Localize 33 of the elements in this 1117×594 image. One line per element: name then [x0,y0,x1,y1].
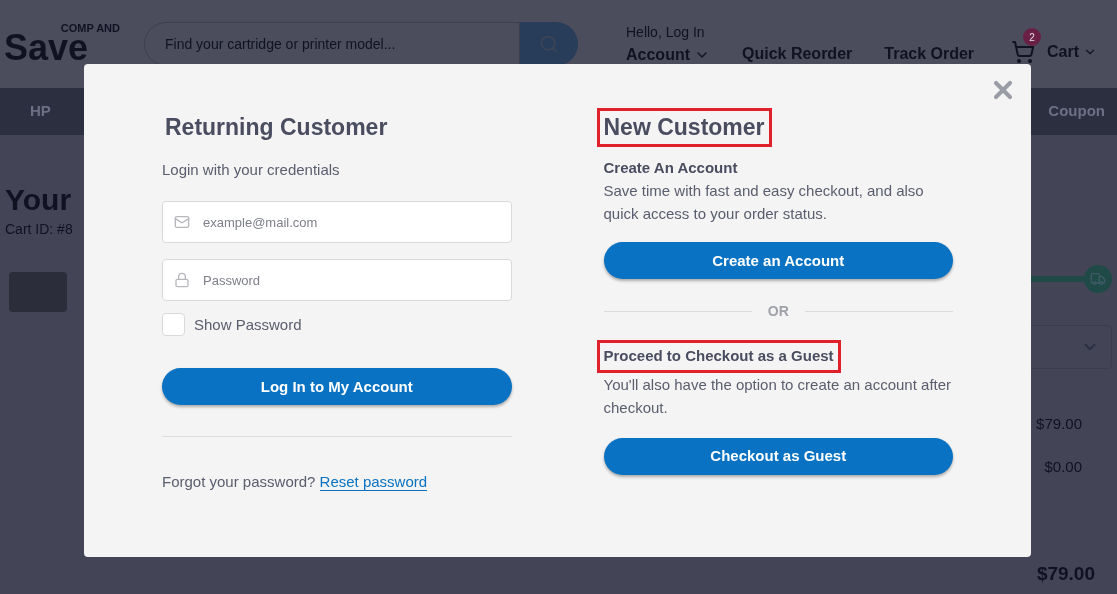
create-account-text: Save time with fast and easy checkout, and also quick access to your order status. [603,181,925,225]
product-photo-placeholder [9,272,67,312]
lock-icon [174,272,190,289]
nav-item[interactable]: Coupon [1048,100,1105,123]
header-link[interactable]: Quick Reorder [742,42,853,66]
cart-icon[interactable] [1011,40,1035,64]
header-link[interactable]: Track Order [884,42,975,66]
cart-menu[interactable]: Cart [1047,40,1079,64]
show-password-label[interactable]: Show Password [194,313,302,336]
forgot-password-text: Forgot your password? Reset password [162,472,429,494]
cart-count-badge: 2 [1023,28,1041,46]
mail-icon [174,214,190,231]
guest-checkout-button[interactable]: Checkout as Guest [603,437,953,475]
truck-icon [1084,265,1112,293]
login-subtitle: Login with your credentials [162,159,341,180]
create-account-button[interactable]: Create an Account [603,242,953,280]
email-field[interactable]: example@mail.com [162,201,512,244]
show-password-checkbox[interactable] [162,313,185,337]
or-divider-text: OR [767,302,789,322]
returning-customer-heading: Returning Customer [164,113,389,142]
nav-item[interactable]: HP [30,100,51,123]
search-button[interactable] [520,22,578,66]
new-customer-heading: New Customer [596,108,772,147]
reset-password-link[interactable]: Reset password [319,473,428,492]
guest-checkout-heading: Proceed to Checkout as a Guest [596,340,841,373]
greeting-text: Hello, Log In [626,22,706,42]
logo-tagline[interactable]: COMP AND [60,22,120,34]
create-account-heading: Create An Account [603,157,739,178]
guest-checkout-text: You'll also have the option to create an account after checkout. [603,374,953,418]
password-field[interactable]: Password [162,259,512,302]
search-field[interactable]: Find your cartridge or printer model... [144,22,520,66]
login-button[interactable]: Log In to My Account [162,368,512,406]
account-menu[interactable]: Account [626,42,690,67]
